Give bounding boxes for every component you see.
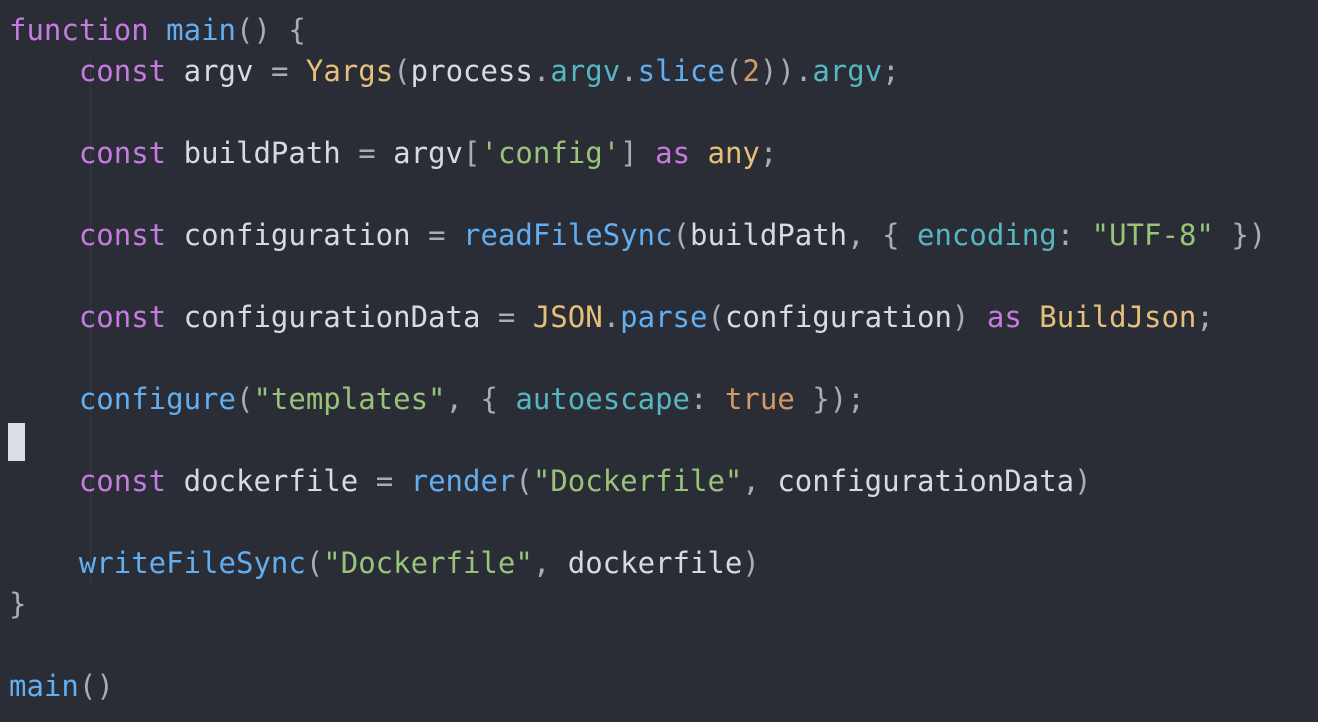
code-line-7[interactable]: [9, 256, 1318, 297]
code-line-12[interactable]: const dockerfile = render("Dockerfile", …: [9, 461, 1318, 502]
code-line-11[interactable]: [9, 420, 1318, 461]
code-editor[interactable]: function main() { const argv = Yargs(pro…: [0, 0, 1318, 722]
code-line-15[interactable]: }: [9, 584, 1318, 625]
code-line-1[interactable]: function main() {: [9, 10, 1318, 51]
code-line-2[interactable]: const argv = Yargs(process.argv.slice(2)…: [9, 51, 1318, 92]
code-line-5[interactable]: [9, 174, 1318, 215]
code-line-17[interactable]: main(): [9, 666, 1318, 707]
code-line-13[interactable]: [9, 502, 1318, 543]
code-line-10[interactable]: configure("templates", { autoescape: tru…: [9, 379, 1318, 420]
code-line-6[interactable]: const configuration = readFileSync(build…: [9, 215, 1318, 256]
code-line-14[interactable]: writeFileSync("Dockerfile", dockerfile): [9, 543, 1318, 584]
code-line-4[interactable]: const buildPath = argv['config'] as any;: [9, 133, 1318, 174]
code-line-8[interactable]: const configurationData = JSON.parse(con…: [9, 297, 1318, 338]
code-line-9[interactable]: [9, 338, 1318, 379]
code-line-16[interactable]: [9, 625, 1318, 666]
code-line-3[interactable]: [9, 92, 1318, 133]
